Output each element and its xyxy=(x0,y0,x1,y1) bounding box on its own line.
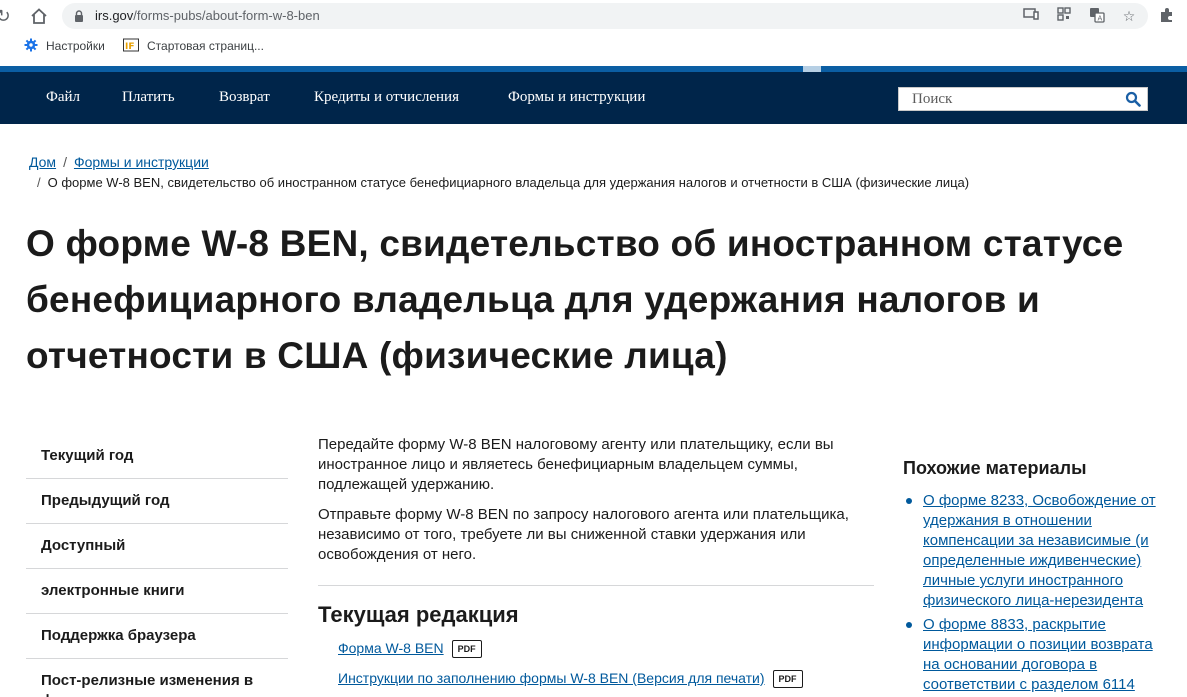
list-item: О форме 8233, Освобождение от удержания … xyxy=(903,491,1173,611)
qr-code-icon[interactable] xyxy=(1055,7,1073,25)
site-search xyxy=(898,87,1148,111)
sidebar-item-browser-support[interactable]: Поддержка браузера xyxy=(26,614,288,659)
home-icon[interactable] xyxy=(28,5,50,27)
sidebar-item-accessible[interactable]: Доступный xyxy=(26,524,288,569)
nav-refund[interactable]: Возврат xyxy=(219,89,270,106)
related-link-form-8833[interactable]: О форме 8833, раскрытие информации о поз… xyxy=(923,616,1153,693)
cast-icon[interactable] xyxy=(1022,7,1040,25)
breadcrumb-separator: / xyxy=(63,154,67,170)
sidebar-item-post-release-changes[interactable]: Пост-релизные изменения в формах xyxy=(26,659,288,697)
sidebar-nav: Текущий год Предыдущий год Доступный эле… xyxy=(26,434,288,697)
divider xyxy=(318,585,874,586)
sidebar-item-current-year[interactable]: Текущий год xyxy=(26,434,288,479)
sidebar-item-prior-year[interactable]: Предыдущий год xyxy=(26,479,288,524)
gear-icon xyxy=(24,38,38,52)
pdf-badge: PDF xyxy=(772,670,803,688)
nav-credits-deductions[interactable]: Кредиты и отчисления xyxy=(314,89,459,106)
browser-toolbar: ↻ irs.gov/forms-pubs/about-form-w-8-ben … xyxy=(0,0,1187,32)
related-heading: Похожие материалы xyxy=(903,458,1087,478)
list-item: О форме 8833, раскрытие информации о поз… xyxy=(903,615,1173,695)
breadcrumb: Дом / Формы и инструкции xyxy=(29,154,209,170)
related-link-form-8233[interactable]: О форме 8233, Освобождение от удержания … xyxy=(923,492,1156,609)
file-row-form: Форма W-8 BEN PDF xyxy=(338,638,874,658)
main-content: Передайте форму W-8 BEN налоговому агент… xyxy=(318,435,874,697)
file-row-instructions: Инструкции по заполнению формы W-8 BEN (… xyxy=(338,668,874,688)
reload-icon[interactable]: ↻ xyxy=(0,5,14,27)
form-w8ben-link[interactable]: Форма W-8 BEN xyxy=(338,640,444,656)
pdf-badge: PDF xyxy=(451,640,482,658)
svg-text:A: A xyxy=(1098,15,1103,23)
url-text: irs.gov/forms-pubs/about-form-w-8-ben xyxy=(95,8,320,23)
nav-file[interactable]: Файл xyxy=(46,89,80,106)
breadcrumb-separator: / xyxy=(37,175,41,190)
breadcrumb-forms[interactable]: Формы и инструкции xyxy=(74,154,209,170)
svg-text:IF: IF xyxy=(125,42,135,52)
page-title: О форме W-8 BEN, свидетельство об иностр… xyxy=(26,223,1124,376)
breadcrumb-current: / О форме W-8 BEN, свидетельство об иност… xyxy=(37,175,969,190)
request-paragraph: Отправьте форму W-8 BEN по запросу налог… xyxy=(318,506,849,563)
related-materials: Похожие материалы О форме 8233, Освобожд… xyxy=(903,458,1173,697)
site-main-nav: Файл Платить Возврат Кредиты и отчислени… xyxy=(0,72,1187,124)
search-icon[interactable] xyxy=(1125,91,1141,107)
sidebar-item-ebooks[interactable]: электронные книги xyxy=(26,569,288,614)
iframe-icon: IF xyxy=(123,38,139,52)
lock-icon xyxy=(75,10,83,22)
breadcrumb-home[interactable]: Дом xyxy=(29,154,56,170)
related-list: О форме 8233, Освобождение от удержания … xyxy=(903,491,1173,695)
breadcrumb-current-label: О форме W-8 BEN, свидетельство об иностр… xyxy=(47,175,970,190)
search-input[interactable] xyxy=(899,88,1119,110)
bookmark-start-page[interactable]: IF Стартовая страниц... xyxy=(123,38,264,53)
current-revision-heading: Текущая редакция xyxy=(318,602,519,627)
address-bar[interactable]: irs.gov/forms-pubs/about-form-w-8-ben A … xyxy=(62,3,1148,29)
translate-icon[interactable]: A xyxy=(1088,7,1106,25)
bookmark-star-icon[interactable]: ☆ xyxy=(1120,7,1138,25)
nav-forms-instructions[interactable]: Формы и инструкции xyxy=(508,89,645,106)
instructions-w8ben-link[interactable]: Инструкции по заполнению формы W-8 BEN (… xyxy=(338,670,765,686)
nav-pay[interactable]: Платить xyxy=(122,89,175,106)
extensions-puzzle-icon[interactable] xyxy=(1158,6,1178,26)
bookmark-settings[interactable]: Настройки xyxy=(24,38,105,53)
intro-paragraph: Передайте форму W-8 BEN налоговому агент… xyxy=(318,436,834,493)
bookmarks-bar: Настройки IF Стартовая страниц... xyxy=(0,34,1187,58)
